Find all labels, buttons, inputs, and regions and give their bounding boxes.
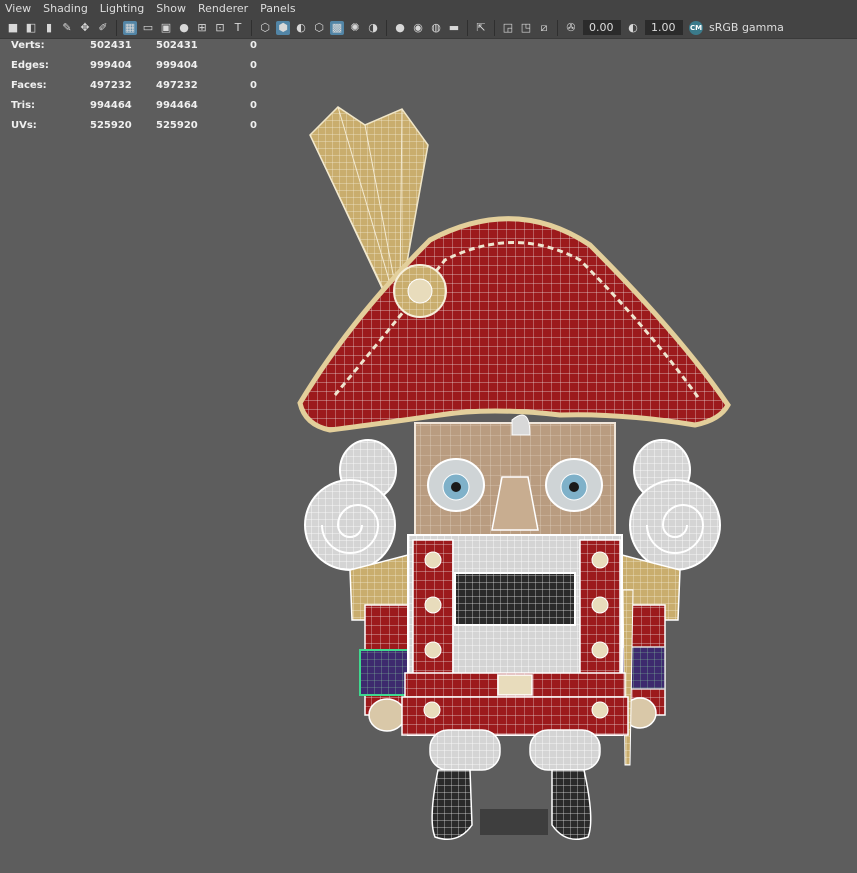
ambient-occlusion-icon[interactable]: ● [393, 21, 407, 35]
hud-value: 0 [250, 80, 257, 91]
hud-value: 502431 [90, 40, 132, 51]
menu-panels[interactable]: Panels [255, 2, 302, 15]
exposure-field[interactable]: 0.00 [583, 20, 621, 35]
hand-left [368, 698, 406, 732]
wireframe-on-shaded-icon[interactable]: ▩ [330, 20, 344, 35]
resolution-gate-icon[interactable]: ▣ [159, 21, 173, 35]
camera-select-icon[interactable]: ■ [6, 21, 20, 35]
color-management-icon[interactable]: CM [689, 20, 703, 35]
hud-value: 497232 [90, 80, 132, 91]
toolbar-separator [467, 19, 468, 36]
hud-row-verts: Verts: 502431 502431 0 [11, 40, 270, 60]
hud-value: 0 [250, 120, 257, 131]
ground-shadow [480, 809, 548, 835]
menu-view[interactable]: View [0, 2, 38, 15]
boot-left [431, 769, 473, 840]
default-material-icon[interactable]: ◐ [294, 21, 308, 35]
motion-blur-icon[interactable]: ◉ [411, 21, 425, 35]
toolbar-separator [557, 19, 558, 36]
bookmark-icon[interactable]: ▮ [42, 21, 56, 35]
hud-value: 525920 [156, 120, 198, 131]
film-gate-icon[interactable]: ▭ [141, 21, 155, 35]
wireframe-icon[interactable]: ⬡ [258, 21, 272, 35]
menu-renderer[interactable]: Renderer [193, 2, 255, 15]
gate-mask-icon[interactable]: ● [177, 21, 191, 35]
field-chart-icon[interactable]: ⊞ [195, 21, 209, 35]
menu-show[interactable]: Show [151, 2, 193, 15]
depth-of-field-icon[interactable]: ▬ [447, 21, 461, 35]
grid-icon[interactable]: ▦ [123, 20, 137, 35]
hud-label: UVs: [11, 120, 37, 131]
gamma-icon[interactable]: ◐ [626, 21, 640, 35]
move-icon[interactable]: ✥ [78, 21, 92, 35]
hud-value: 994464 [90, 100, 132, 111]
nutcracker-model[interactable] [290, 85, 740, 850]
hud-value: 502431 [156, 40, 198, 51]
hud-value: 994464 [156, 100, 198, 111]
anti-alias-icon[interactable]: ◍ [429, 21, 443, 35]
hud-value: 525920 [90, 120, 132, 131]
hud-value: 999404 [90, 60, 132, 71]
isolate-select-icon[interactable]: ⇱ [474, 21, 488, 35]
textured-icon[interactable]: ⧄ [537, 21, 551, 35]
toolbar-separator [251, 19, 252, 36]
toolbar-separator [494, 19, 495, 36]
hud-value: 0 [250, 60, 257, 71]
hud-row-faces: Faces: 497232 497232 0 [11, 80, 270, 100]
exposure-icon[interactable]: ✇ [564, 21, 578, 35]
hud-value: 497232 [156, 80, 198, 91]
leg-right [529, 729, 601, 771]
toolbar-separator [116, 19, 117, 36]
menu-shading[interactable]: Shading [38, 2, 95, 15]
hud-label: Tris: [11, 100, 36, 111]
wig-curls-right [629, 439, 721, 571]
hud-row-edges: Edges: 999404 999404 0 [11, 60, 270, 80]
bounding-box-icon[interactable]: ⬡ [312, 21, 326, 35]
poly-count-hud: Verts: 502431 502431 0 Edges: 999404 999… [11, 40, 270, 140]
color-space-label[interactable]: sRGB gamma [709, 21, 784, 34]
hud-label: Faces: [11, 80, 47, 91]
hud-label: Edges: [11, 60, 49, 71]
belt-buckle [497, 674, 533, 696]
hud-value: 999404 [156, 60, 198, 71]
gamma-field[interactable]: 1.00 [645, 20, 683, 35]
menu-lighting[interactable]: Lighting [95, 2, 151, 15]
toolbar-separator [386, 19, 387, 36]
camera-attributes-icon[interactable]: ◧ [24, 21, 38, 35]
hud-value: 0 [250, 100, 257, 111]
hud-value: 0 [250, 40, 257, 51]
hud-label: Verts: [11, 40, 45, 51]
leg-left [429, 729, 501, 771]
nutcracker-wireframe [297, 106, 731, 840]
hud-row-tris: Tris: 994464 994464 0 [11, 100, 270, 120]
use-lights-icon[interactable]: ✺ [348, 21, 362, 35]
panel-menubar: View Shading Lighting Show Renderer Pane… [0, 0, 857, 17]
boot-right [551, 769, 592, 840]
safe-title-icon[interactable]: T [231, 21, 245, 35]
smooth-shade-icon[interactable]: ⬢ [276, 20, 290, 35]
face-block [414, 414, 616, 542]
wig-curls-left [304, 439, 397, 571]
cuff-left [359, 649, 411, 696]
safe-action-icon[interactable]: ⊡ [213, 21, 227, 35]
pencil-icon[interactable]: ✐ [96, 21, 110, 35]
image-plane-icon[interactable]: ✎ [60, 21, 74, 35]
shadows-icon[interactable]: ◑ [366, 21, 380, 35]
xray-icon[interactable]: ◲ [501, 21, 515, 35]
panel-toolbar: ■ ◧ ▮ ✎ ✥ ✐ ▦ ▭ ▣ ● ⊞ ⊡ T ⬡ ⬢ ◐ ⬡ ▩ ✺ ◑ … [0, 17, 857, 39]
hud-row-uvs: UVs: 525920 525920 0 [11, 120, 270, 140]
xray-joints-icon[interactable]: ◳ [519, 21, 533, 35]
